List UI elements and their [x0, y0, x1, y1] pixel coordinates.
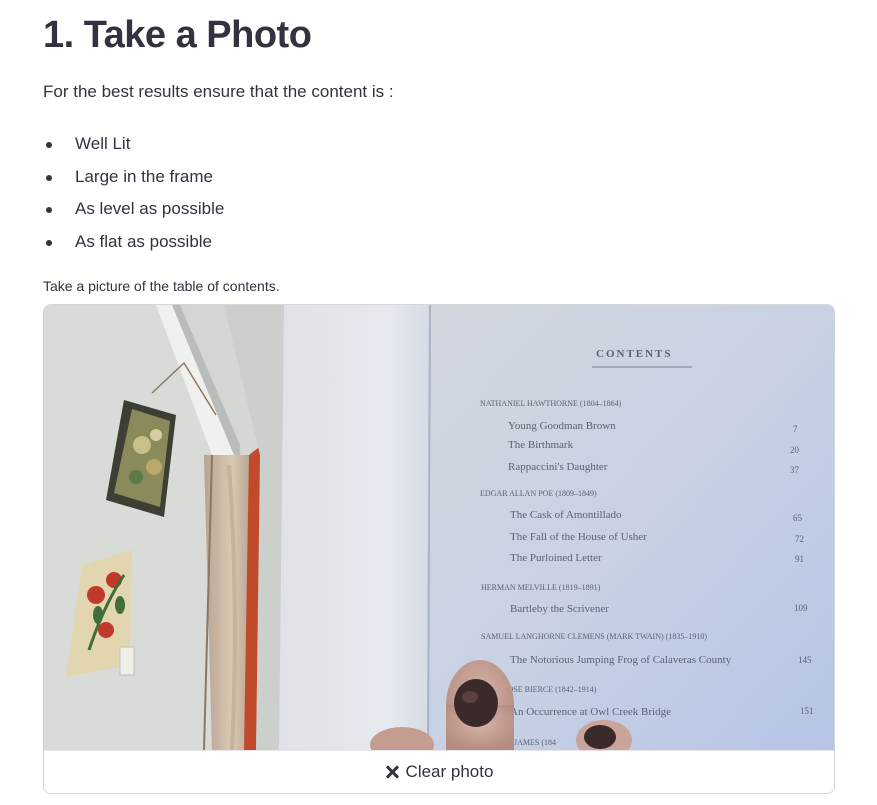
photo-toc-author: EDGAR ALLAN POE (1809–1849) [480, 489, 597, 498]
photo-toc-entry: The Cask of Amontillado [510, 509, 622, 521]
close-icon [385, 765, 399, 779]
clear-photo-button[interactable]: Clear photo [44, 750, 834, 793]
photo-toc-page: 109 [794, 603, 808, 613]
photo-toc-author: HERMAN MELVILLE (1819–1891) [481, 583, 601, 592]
photo-toc-heading: CONTENTS [596, 348, 673, 360]
photo-toc-page: 72 [795, 534, 804, 544]
tip-item: Large in the frame [43, 161, 224, 194]
photo-toc-page: 37 [790, 465, 800, 475]
photo-toc-author: NATHANIEL HAWTHORNE (1804–1864) [480, 399, 622, 408]
photo-toc-page: 151 [800, 706, 814, 716]
photo-toc-entry: The Purloined Letter [510, 552, 602, 564]
photo-toc-entry: Young Goodman Brown [508, 420, 616, 432]
photo-toc-page: 65 [793, 513, 803, 523]
page-title: 1. Take a Photo [43, 14, 312, 56]
tip-item: As flat as possible [43, 226, 224, 259]
clear-photo-label: Clear photo [405, 762, 494, 781]
tip-item: Well Lit [43, 128, 224, 161]
photo-toc-page: 7 [793, 424, 798, 434]
photo-toc-partial: JAMES (184 [514, 738, 556, 747]
camera-input: CONTENTS NATHANIEL HAWTHORNE (1804–1864)… [43, 304, 835, 794]
photo-toc-page: 91 [795, 554, 804, 564]
photo-toc-page: 20 [790, 445, 800, 455]
camera-input-label: Take a picture of the table of contents. [43, 278, 280, 294]
photo-toc-author: SAMUEL LANGHORNE CLEMENS (MARK TWAIN) (1… [481, 632, 707, 641]
photo-toc-entry: The Notorious Jumping Frog of Calaveras … [510, 654, 732, 666]
photo-toc-entry: Rappaccini's Daughter [508, 461, 608, 473]
intro-text: For the best results ensure that the con… [43, 82, 394, 101]
photo-toc-entry: The Birthmark [508, 439, 574, 451]
captured-photo: CONTENTS NATHANIEL HAWTHORNE (1804–1864)… [44, 305, 834, 750]
photo-toc-entry: The Fall of the House of Usher [510, 531, 647, 543]
photo-toc-entry: An Occurrence at Owl Creek Bridge [510, 706, 671, 718]
photo-toc-page: 145 [798, 655, 812, 665]
tips-list: Well Lit Large in the frame As level as … [43, 128, 224, 258]
photo-toc-entry: Bartleby the Scrivener [510, 603, 609, 615]
tip-item: As level as possible [43, 193, 224, 226]
